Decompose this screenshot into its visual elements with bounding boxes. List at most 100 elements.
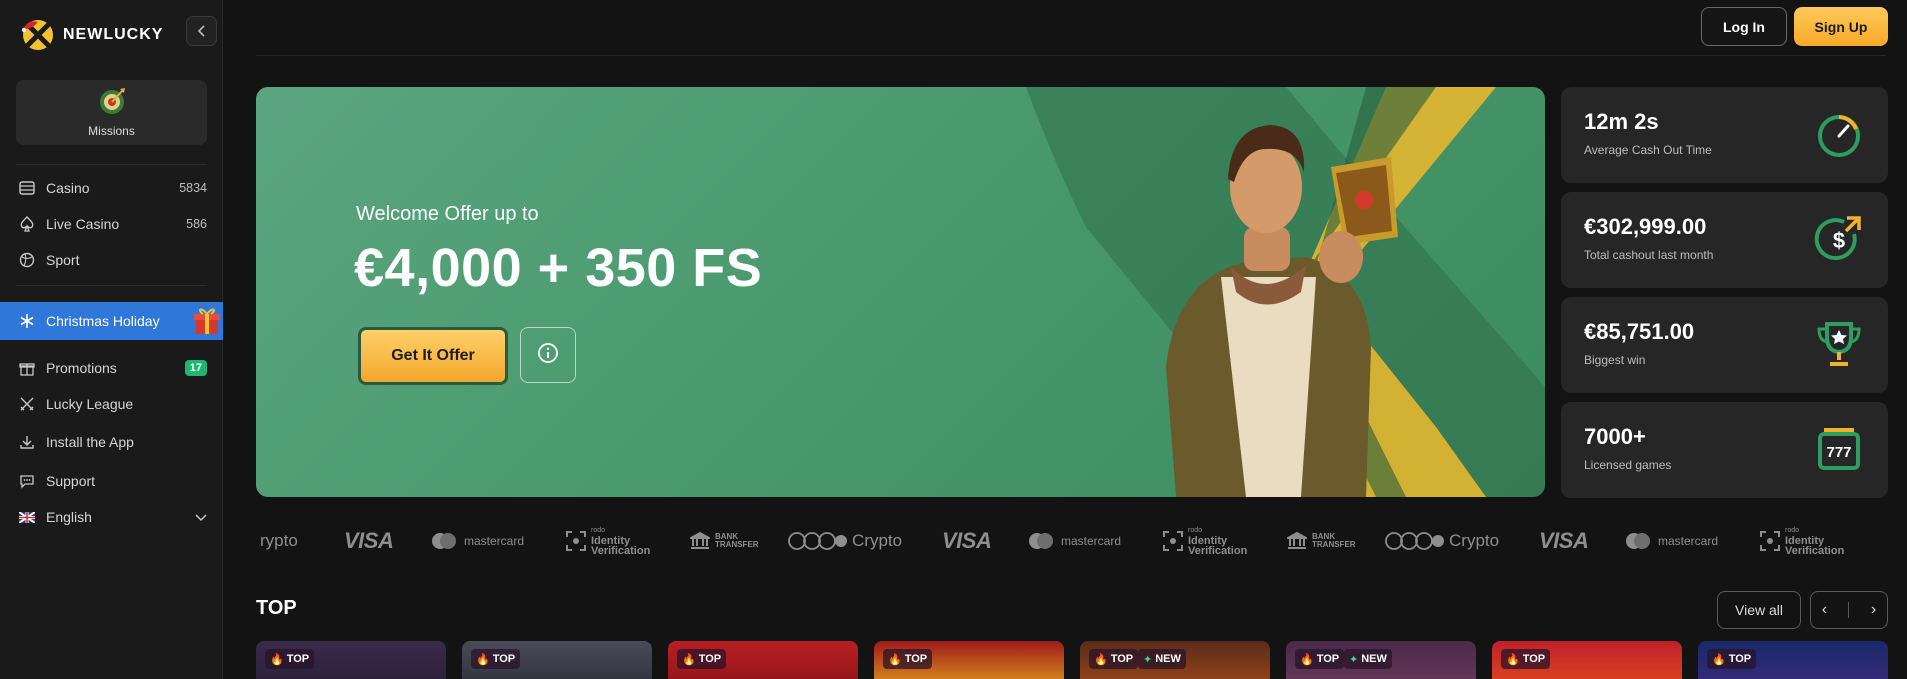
mastercard-logo: mastercard	[1624, 530, 1718, 552]
hero-subtitle: Welcome Offer up to	[356, 203, 539, 225]
top-badge: 🔥 TOP	[1089, 649, 1139, 669]
sidebar-item-label: Promotions	[46, 360, 117, 376]
sidebar-item-install-app[interactable]: Install the App	[0, 426, 223, 458]
top-badge-label: TOP	[492, 653, 516, 665]
explorer-character-illustration	[1166, 125, 1398, 497]
svg-text:$: $	[1833, 228, 1845, 253]
fire-icon: 🔥	[1506, 653, 1520, 666]
sidebar-item-promotions[interactable]: Promotions 17	[0, 352, 223, 384]
ball-icon	[18, 251, 36, 269]
sidebar-item-christmas-holiday[interactable]: Christmas Holiday	[0, 302, 223, 340]
mastercard-label: mastercard	[464, 534, 525, 548]
dollar-coin-icon: $	[1814, 214, 1864, 264]
sidebar-item-label: Sport	[46, 252, 80, 268]
info-icon	[537, 342, 559, 369]
divider	[16, 285, 207, 286]
top-badge-label: TOP	[1316, 653, 1340, 665]
mastercard-circles-icon	[432, 533, 456, 549]
signup-button[interactable]: Sign Up	[1794, 7, 1888, 46]
stat-card-licensed-games: 7000+ Licensed games 777	[1561, 402, 1888, 498]
login-button[interactable]: Log In	[1701, 7, 1787, 46]
mastercard-logo: mastercard	[1027, 530, 1121, 552]
top-badge-label: TOP	[1522, 653, 1546, 665]
fire-icon: 🔥	[888, 653, 902, 666]
sidebar-item-sport[interactable]: Sport	[0, 244, 223, 276]
prev-arrow-button[interactable]: ‹	[1822, 601, 1827, 619]
mastercard-label: mastercard	[1061, 534, 1122, 548]
mastercard-label: mastercard	[1658, 534, 1719, 548]
divider	[16, 164, 207, 165]
language-selector[interactable]: English	[0, 501, 223, 533]
fire-icon: 🔥	[1094, 653, 1108, 666]
crypto-logo: Crypto	[788, 530, 902, 552]
sidebar-item-support[interactable]: Support	[0, 465, 223, 497]
svg-text:777: 777	[1826, 444, 1851, 461]
identity-verification-logo: rodo Identity Verification	[566, 527, 650, 557]
snowflake-icon	[18, 312, 36, 330]
game-card[interactable]: 🔥 TOP	[256, 641, 446, 679]
game-card[interactable]: 🔥 TOP	[668, 641, 858, 679]
sparkle-icon: ✦	[1143, 653, 1153, 666]
gift-icon	[18, 359, 36, 377]
stat-card-cashout-time: 12m 2s Average Cash Out Time	[1561, 87, 1888, 183]
stat-label: Average Cash Out Time	[1584, 143, 1712, 157]
top-badge: 🔥 TOP	[265, 649, 315, 669]
bank-label-2: TRANSFER	[715, 540, 759, 549]
top-badge-label: TOP	[1728, 653, 1752, 665]
sidebar-item-lucky-league[interactable]: Lucky League	[0, 388, 223, 420]
get-offer-button[interactable]: Get It Offer	[358, 327, 508, 385]
game-card[interactable]: 🔥 TOP	[1492, 641, 1682, 679]
crypto-label: Crypto	[852, 531, 903, 550]
stat-label: Licensed games	[1584, 458, 1672, 472]
clover-logo-icon	[21, 18, 55, 52]
welcome-offer-banner[interactable]: Welcome Offer up to €4,000 + 350 FS Get …	[256, 87, 1545, 497]
new-badge: ✦ NEW	[1138, 649, 1186, 669]
spade-icon	[18, 215, 36, 233]
crypto-coins-icon	[788, 532, 847, 550]
stopwatch-icon	[1814, 109, 1864, 159]
top-badge: 🔥 TOP	[883, 649, 933, 669]
arrow-separator	[1848, 602, 1850, 618]
view-all-button[interactable]: View all	[1717, 591, 1801, 629]
sidebar-item-label: Support	[46, 473, 96, 489]
next-arrow-button[interactable]: ›	[1871, 601, 1876, 619]
identity-verification-logo: rodo Identity Verification	[1163, 527, 1247, 557]
missions-button[interactable]: Missions	[16, 80, 207, 145]
chevron-down-icon	[195, 509, 207, 525]
chevron-left-icon	[197, 25, 205, 37]
top-badge-label: TOP	[904, 653, 928, 665]
stat-value: 12m 2s	[1584, 109, 1659, 134]
idv-label-2: Verification	[1188, 545, 1248, 557]
promotions-count-badge: 17	[184, 360, 207, 376]
stat-value: €85,751.00	[1584, 319, 1695, 344]
app-root: NEWLUCKY Missions Casino 5834 Live Casin…	[0, 0, 1907, 679]
brand-logo[interactable]: NEWLUCKY	[21, 18, 163, 52]
stat-label: Biggest win	[1584, 353, 1646, 367]
missions-label: Missions	[88, 124, 135, 138]
game-card[interactable]: 🔥 TOP	[462, 641, 652, 679]
new-badge-label: NEW	[1155, 653, 1181, 665]
collapse-sidebar-button[interactable]	[186, 16, 217, 46]
bank-icon	[690, 532, 710, 549]
new-badge: ✦ NEW	[1344, 649, 1392, 669]
language-label: English	[46, 509, 92, 525]
slot-777-icon: 777	[1814, 424, 1864, 474]
stat-value: 7000+	[1584, 424, 1646, 449]
top-badge: 🔥 TOP	[1295, 649, 1345, 669]
mastercard-logo: mastercard	[430, 530, 524, 552]
stat-label: Total cashout last month	[1584, 248, 1714, 262]
sidebar-item-live-casino[interactable]: Live Casino 586	[0, 208, 223, 240]
bank-icon	[1287, 532, 1307, 549]
id-scan-icon	[1760, 531, 1780, 551]
carousel-arrows: ‹ ›	[1810, 591, 1888, 629]
identity-verification-logo: rodo Identity Verification	[1760, 527, 1844, 557]
offer-info-button[interactable]	[520, 327, 576, 383]
game-card[interactable]: 🔥 TOP	[874, 641, 1064, 679]
visa-logo: VISA	[1539, 528, 1589, 553]
idv-label-2: Verification	[1785, 545, 1845, 557]
sidebar-item-casino[interactable]: Casino 5834	[0, 172, 223, 204]
game-card[interactable]: 🔥 TOP ✦ NEW	[1080, 641, 1270, 679]
game-card[interactable]: 🔥 TOP	[1698, 641, 1888, 679]
game-card[interactable]: 🔥 TOP ✦ NEW	[1286, 641, 1476, 679]
id-scan-icon	[566, 531, 586, 551]
